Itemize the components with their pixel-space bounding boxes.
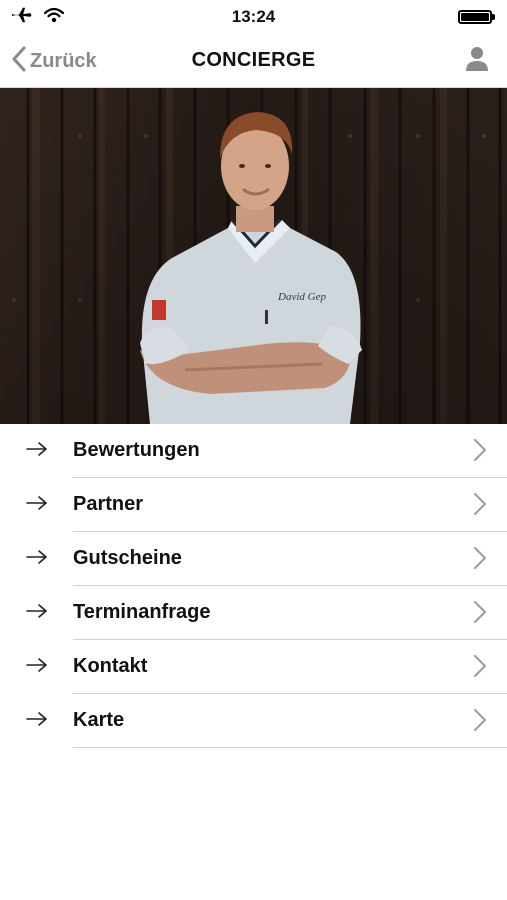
user-icon [465, 47, 489, 76]
chevron-right-icon [473, 708, 487, 737]
arrow-right-icon [26, 711, 48, 732]
chevron-right-icon [473, 546, 487, 575]
hero-image: David Gep [0, 88, 507, 424]
profile-button[interactable] [465, 46, 489, 77]
menu-list: Bewertungen Partner Gutscheine Terminanf… [0, 424, 507, 748]
status-bar: 13:24 [0, 0, 507, 34]
menu-item-label: Gutscheine [73, 547, 182, 569]
menu-item-label: Terminanfrage [73, 601, 211, 623]
menu-item-kontakt[interactable]: Kontakt [0, 640, 507, 694]
arrow-right-icon [26, 549, 48, 570]
menu-item-bewertungen[interactable]: Bewertungen [0, 424, 507, 478]
arrow-right-icon [26, 495, 48, 516]
divider [73, 747, 507, 748]
arrow-right-icon [26, 603, 48, 624]
chevron-right-icon [473, 492, 487, 521]
menu-item-label: Bewertungen [73, 439, 200, 461]
menu-item-label: Karte [73, 709, 125, 731]
arrow-right-icon [26, 657, 48, 678]
chevron-right-icon [473, 600, 487, 629]
arrow-right-icon [26, 441, 48, 462]
menu-item-karte[interactable]: Karte [0, 694, 507, 748]
menu-item-label: Partner [73, 493, 144, 515]
menu-item-label: Kontakt [73, 655, 148, 677]
chevron-right-icon [473, 438, 487, 467]
menu-item-terminanfrage[interactable]: Terminanfrage [0, 586, 507, 640]
page-title: CONCIERGE [191, 49, 316, 71]
menu-item-partner[interactable]: Partner [0, 478, 507, 532]
nav-bar: Zurück CONCIERGE [0, 34, 507, 88]
chevron-right-icon [473, 654, 487, 683]
svg-text:David Gep: David Gep [277, 291, 326, 303]
status-time: 13:24 [231, 7, 276, 26]
menu-item-gutscheine[interactable]: Gutscheine [0, 532, 507, 586]
